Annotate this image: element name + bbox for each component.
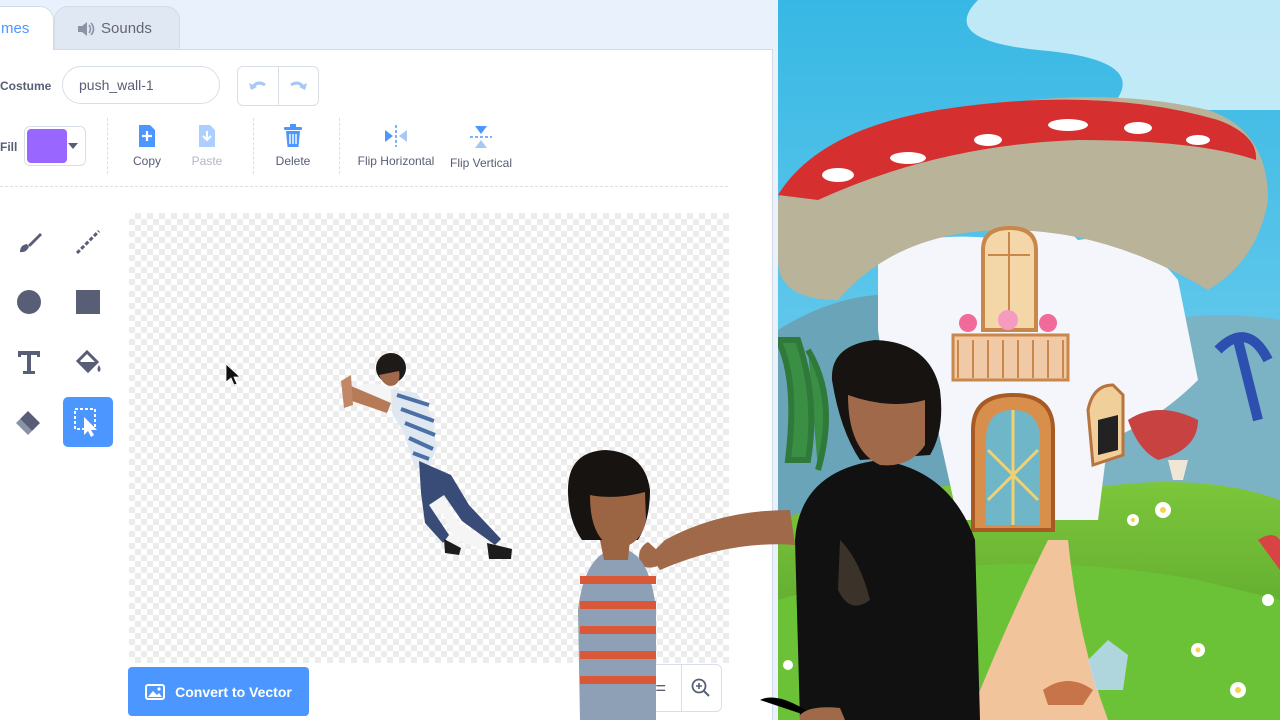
rectangle-icon [76, 290, 100, 314]
copy-icon [139, 125, 155, 147]
speaker-icon [77, 21, 95, 37]
line-tool[interactable] [63, 217, 113, 267]
eraser-tool[interactable] [4, 397, 54, 447]
delete-button[interactable]: Delete [272, 124, 314, 168]
fill-color-picker[interactable] [24, 126, 86, 166]
fill-icon [75, 349, 101, 374]
fill-color-swatch [27, 129, 67, 163]
fill-label: Fill [0, 140, 18, 154]
zoom-controls: = [640, 664, 722, 712]
tab-sounds[interactable]: Sounds [54, 6, 180, 50]
zoom-reset-label: = [655, 677, 666, 698]
image-icon [145, 683, 166, 700]
convert-to-vector-label: Convert to Vector [175, 683, 292, 700]
undo-redo-group [237, 66, 319, 106]
flip-vertical-label: Flip Vertical [449, 156, 513, 170]
tab-sounds-label: Sounds [101, 20, 152, 37]
copy-button[interactable]: Copy [124, 124, 170, 168]
circle-tool[interactable] [4, 277, 54, 327]
flip-vertical-icon [470, 126, 492, 148]
convert-to-vector-button[interactable]: Convert to Vector [128, 667, 309, 716]
divider [253, 118, 254, 174]
zoom-in-icon [691, 678, 710, 697]
divider [0, 186, 728, 187]
fill-tool[interactable] [63, 337, 113, 387]
paste-icon [199, 125, 215, 147]
copy-label: Copy [132, 154, 161, 168]
undo-button[interactable] [238, 67, 278, 105]
paint-editor: mes Sounds Costume Fill Copy Paste Delet… [0, 0, 778, 720]
tab-costumes-label: mes [1, 20, 30, 37]
costume-sprite [341, 353, 512, 559]
circle-icon [17, 290, 41, 314]
brush-icon [20, 233, 42, 253]
rectangle-tool[interactable] [63, 277, 113, 327]
undo-icon [248, 81, 266, 90]
divider [107, 118, 108, 174]
select-icon [74, 408, 97, 437]
flip-vertical-button[interactable]: Flip Vertical [448, 124, 514, 170]
flip-horizontal-button[interactable]: Flip Horizontal [354, 124, 438, 168]
text-tool[interactable] [4, 337, 54, 387]
chevron-down-icon [68, 143, 78, 149]
brush-tool[interactable] [4, 217, 54, 267]
paint-canvas[interactable] [129, 213, 729, 663]
eraser-icon [16, 411, 40, 435]
divider [339, 118, 340, 174]
text-icon [18, 351, 40, 374]
delete-label: Delete [275, 154, 311, 168]
costume-name-input[interactable] [62, 66, 220, 104]
zoom-reset-button[interactable]: = [641, 665, 681, 711]
paste-button[interactable]: Paste [184, 124, 230, 168]
select-tool[interactable] [63, 397, 113, 447]
paste-label: Paste [191, 154, 223, 168]
stage-backdrop [778, 0, 1280, 720]
line-icon [75, 229, 101, 255]
costume-label: Costume [0, 79, 52, 93]
mushroom-house-backdrop [778, 0, 1280, 720]
tab-costumes[interactable]: mes [0, 6, 54, 50]
trash-icon [284, 124, 302, 147]
redo-icon [290, 81, 308, 90]
redo-button[interactable] [277, 67, 319, 105]
flip-horizontal-label: Flip Horizontal [357, 154, 435, 168]
flip-horizontal-icon [385, 125, 407, 147]
zoom-in-button[interactable] [680, 665, 722, 711]
